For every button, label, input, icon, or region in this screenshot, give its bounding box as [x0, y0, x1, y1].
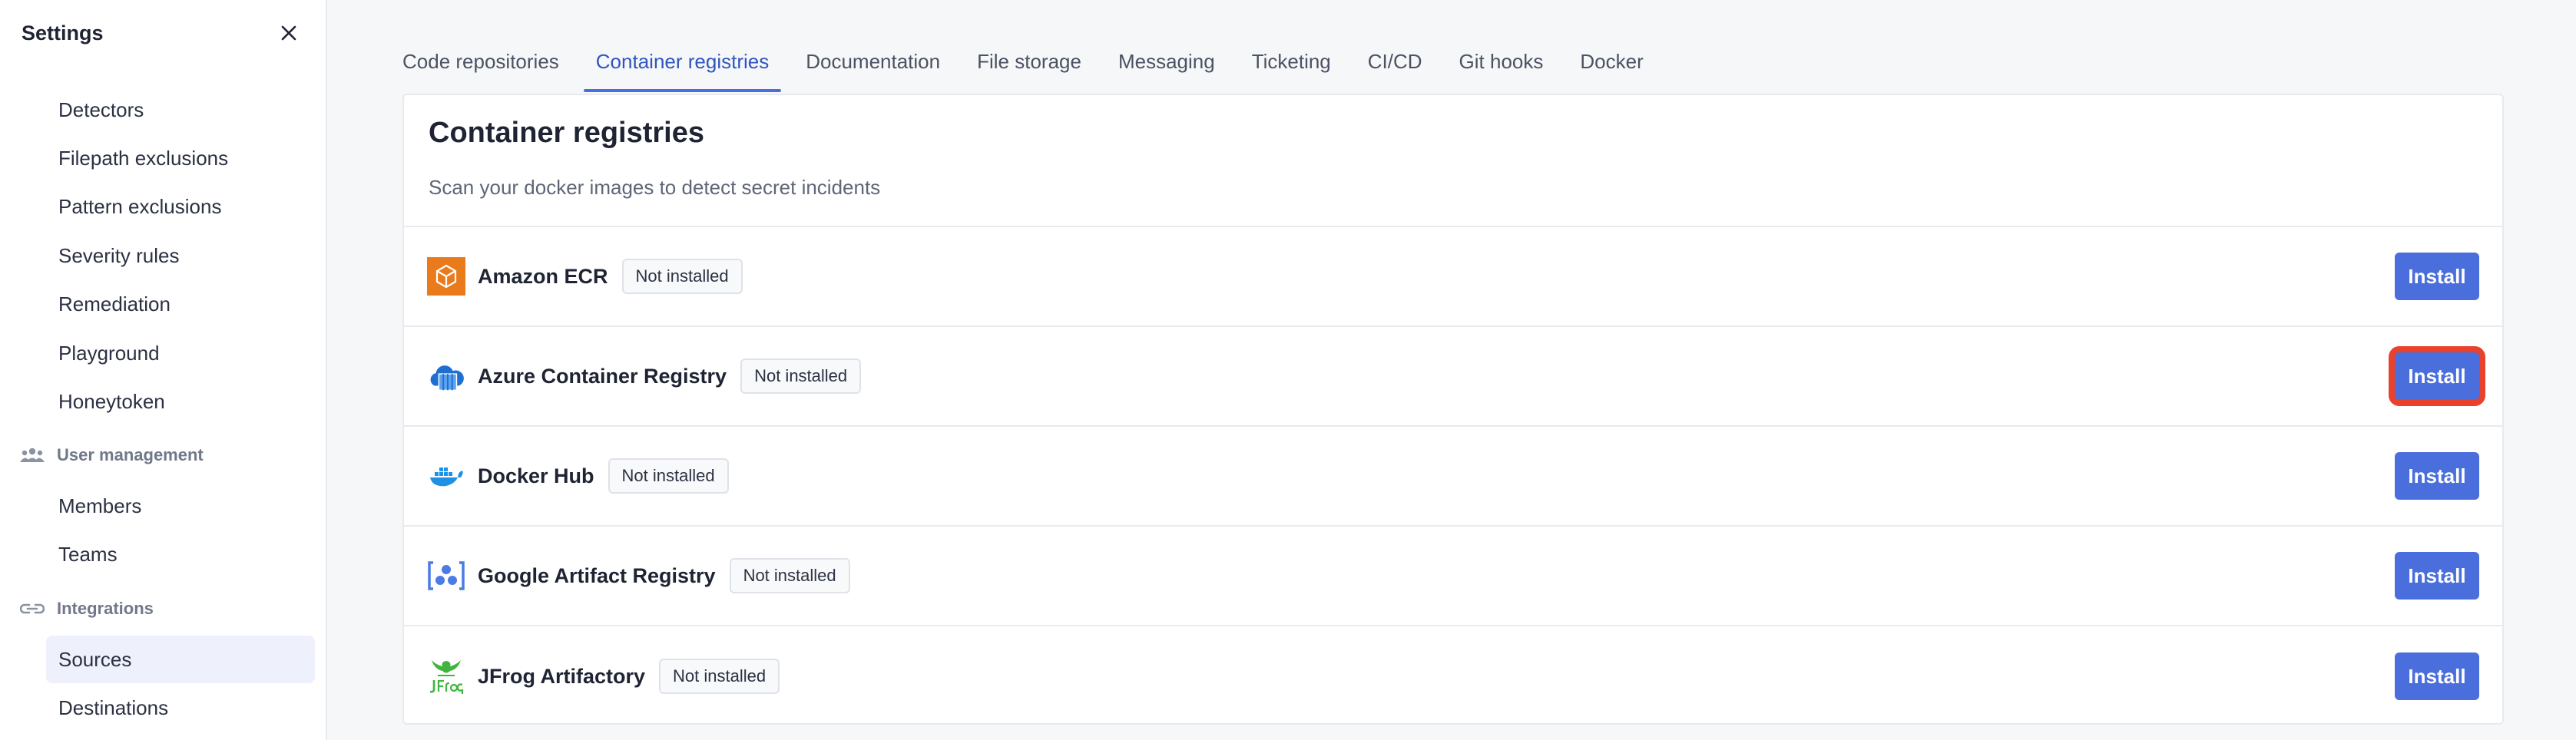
- users-icon: [20, 446, 45, 464]
- amazon-ecr-icon: [427, 257, 465, 296]
- sidebar-title: Settings: [22, 21, 104, 45]
- sidebar-item-label: Members: [58, 494, 142, 517]
- google-artifact-registry-icon: [427, 557, 465, 595]
- sidebar-item-label: Destinations: [58, 695, 169, 719]
- sidebar-item-sources[interactable]: Sources: [46, 636, 315, 683]
- card-header: Container registries Scan your docker im…: [404, 95, 2502, 227]
- install-button-docker-hub[interactable]: Install: [2395, 452, 2479, 500]
- tab-documentation[interactable]: Documentation: [806, 46, 940, 92]
- integration-name: Amazon ECR: [478, 264, 608, 288]
- sidebar-item-label: Teams: [58, 542, 118, 566]
- integration-name: Google Artifact Registry: [478, 563, 716, 587]
- tab-ci-cd[interactable]: CI/CD: [1368, 46, 1422, 92]
- sidebar-item-playground[interactable]: Playground: [46, 329, 315, 377]
- section-integrations: Integrations: [20, 599, 154, 619]
- page-title: Container registries: [429, 117, 704, 149]
- sidebar-item-pattern-exclusions[interactable]: Pattern exclusions: [46, 183, 315, 230]
- tab-git-hooks[interactable]: Git hooks: [1459, 46, 1544, 92]
- close-icon: [281, 25, 296, 41]
- tab-file-storage[interactable]: File storage: [977, 46, 1081, 92]
- container-registries-card: Container registries Scan your docker im…: [402, 94, 2504, 725]
- sidebar-item-members[interactable]: Members: [46, 482, 315, 530]
- sidebar-item-remediation[interactable]: Remediation: [46, 280, 315, 328]
- integration-name: Azure Container Registry: [478, 364, 727, 388]
- sidebar-item-teams[interactable]: Teams: [46, 530, 315, 578]
- sidebar-item-detectors[interactable]: Detectors: [46, 86, 315, 134]
- section-user-management: User management: [20, 445, 204, 465]
- docker-hub-icon: [427, 457, 465, 495]
- integration-row-amazon-ecr: Amazon ECR Not installed Install: [404, 227, 2502, 327]
- status-badge: Not installed: [659, 659, 780, 694]
- status-badge: Not installed: [608, 458, 729, 494]
- jfrog-artifactory-icon: [427, 657, 465, 695]
- sidebar-header: Settings: [0, 0, 326, 66]
- azure-container-registry-icon: [427, 357, 465, 395]
- integration-name: Docker Hub: [478, 464, 594, 487]
- integration-name: JFrog Artifactory: [478, 664, 646, 688]
- sidebar-item-label: Severity rules: [58, 243, 180, 267]
- integration-row-google-artifact-registry: Google Artifact Registry Not installed I…: [404, 527, 2502, 626]
- status-badge: Not installed: [621, 259, 743, 294]
- sidebar-item-label: Detectors: [58, 97, 144, 121]
- integration-row-jfrog-artifactory: JFrog Artifactory Not installed Install: [404, 626, 2502, 726]
- sidebar-item-label: Honeytoken: [58, 389, 165, 413]
- install-button-google-artifact-registry[interactable]: Install: [2395, 552, 2479, 600]
- sidebar-item-label: Filepath exclusions: [58, 146, 229, 170]
- tab-container-registries[interactable]: Container registries: [583, 46, 782, 92]
- integrations-icon: [20, 600, 45, 618]
- install-button-amazon-ecr[interactable]: Install: [2395, 253, 2479, 300]
- sidebar-item-severity-rules[interactable]: Severity rules: [46, 232, 315, 279]
- page-subtitle: Scan your docker images to detect secret…: [429, 176, 881, 199]
- section-label: Integrations: [57, 599, 154, 618]
- integration-tabs: Code repositories Container registries D…: [402, 46, 1680, 92]
- install-button-jfrog-artifactory[interactable]: Install: [2395, 652, 2479, 700]
- sidebar-item-label: Pattern exclusions: [58, 194, 222, 218]
- tab-docker[interactable]: Docker: [1580, 46, 1643, 92]
- sidebar-item-label: Remediation: [58, 292, 171, 315]
- tab-messaging[interactable]: Messaging: [1118, 46, 1215, 92]
- sidebar-item-label: Playground: [58, 341, 160, 365]
- close-button[interactable]: [273, 18, 304, 48]
- sidebar-item-destinations[interactable]: Destinations: [46, 684, 315, 732]
- integration-row-docker-hub: Docker Hub Not installed Install: [404, 427, 2502, 527]
- settings-sidebar: Settings Detectors Filepath exclusions P…: [0, 0, 327, 740]
- sidebar-item-filepath-exclusions[interactable]: Filepath exclusions: [46, 134, 315, 182]
- install-button-azure-container-registry[interactable]: Install: [2395, 352, 2479, 400]
- status-badge: Not installed: [740, 358, 862, 394]
- section-label: User management: [57, 445, 204, 464]
- sidebar-item-honeytoken[interactable]: Honeytoken: [46, 378, 315, 425]
- tab-ticketing[interactable]: Ticketing: [1252, 46, 1331, 92]
- status-badge: Not installed: [729, 558, 850, 593]
- sidebar-item-label: Sources: [58, 647, 132, 671]
- tab-code-repositories[interactable]: Code repositories: [402, 46, 559, 92]
- integration-row-azure-container-registry: Azure Container Registry Not installed I…: [404, 327, 2502, 427]
